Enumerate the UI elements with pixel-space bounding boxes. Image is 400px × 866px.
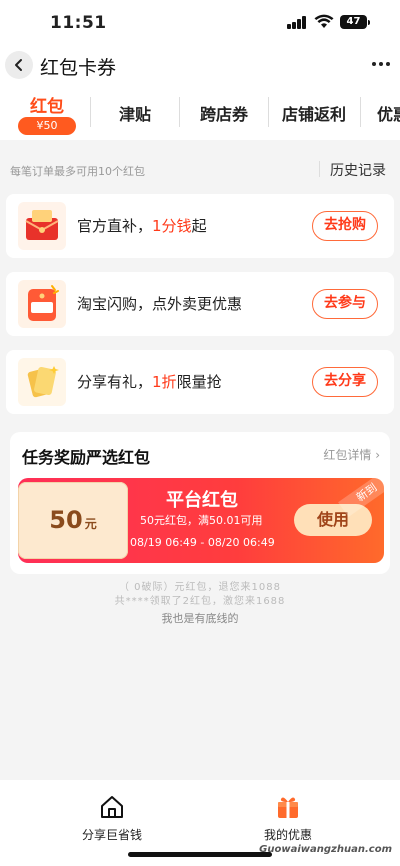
promo-text-pre: 分享有礼， xyxy=(77,373,153,391)
share-button[interactable]: 去分享 xyxy=(312,367,378,397)
dot-icon xyxy=(379,62,383,66)
coupon-amount: 50 元 xyxy=(18,506,128,534)
history-link[interactable]: 历史记录 xyxy=(330,160,386,180)
participate-button[interactable]: 去参与 xyxy=(312,289,378,319)
end-of-list-note: 我也是有底线的 xyxy=(161,612,239,625)
coupon-validity: 08/19 06:49 - 08/20 06:49 xyxy=(130,536,275,549)
promo-card-subsidy[interactable]: 官方直补，1分钱起 去抢购 xyxy=(6,194,394,258)
promo-text-post: 起 xyxy=(191,217,207,235)
coupon-amount-unit: 元 xyxy=(84,517,97,531)
coupon-type-tabs: 红包 ¥50 津贴 跨店券 店铺返利 优惠 xyxy=(0,86,400,140)
promo-card-share[interactable]: 分享有礼，1折限量抢 去分享 xyxy=(6,350,394,414)
more-options-button[interactable] xyxy=(372,55,390,73)
tab-cross-store-coupon[interactable]: 跨店券 xyxy=(180,86,268,140)
battery-icon: 47 xyxy=(340,15,370,29)
tab-store-rebate[interactable]: 店铺返利 xyxy=(269,86,359,140)
flash-purchase-icon xyxy=(18,280,66,328)
hint-divider xyxy=(319,161,320,177)
watermark: Guowaiwangzhuan.com xyxy=(259,844,392,855)
home-icon xyxy=(101,796,123,818)
promo-text: 淘宝闪购，点外卖更优惠 xyxy=(77,293,242,314)
usage-limit-hint: 每笔订单最多可用10个红包 xyxy=(10,165,145,178)
dot-icon xyxy=(386,62,390,66)
go-buy-button[interactable]: 去抢购 xyxy=(312,211,378,241)
chevron-right-icon: › xyxy=(375,448,380,462)
hongbao-details-link[interactable]: 红包详情 › xyxy=(323,446,380,463)
coupon-amount-value: 50 xyxy=(49,506,83,534)
dot-icon xyxy=(372,62,376,66)
tab-my-offers-label: 我的优惠 xyxy=(263,828,312,842)
tab-hongbao-amount-badge: ¥50 xyxy=(18,117,76,135)
red-envelope-subsidy-icon xyxy=(18,202,66,250)
tab-share-save[interactable]: 分享巨省钱 xyxy=(57,794,167,843)
hint-row: 每笔订单最多可用10个红包 历史记录 xyxy=(0,156,400,184)
platform-coupon[interactable]: 50 元 平台红包 50元红包，满50.01可用 08/19 06:49 - 08… xyxy=(18,478,384,563)
faded-ticker-line: 共****领取了2红包，激您来1688 xyxy=(114,596,286,607)
home-indicator xyxy=(128,852,272,857)
tab-my-offers[interactable]: 我的优惠 xyxy=(233,794,343,843)
task-reward-card: 任务奖励严选红包 红包详情 › 50 元 平台红包 50元红包，满50.01可用 … xyxy=(10,432,390,574)
promo-text-pre: 官方直补， xyxy=(77,217,153,235)
chevron-left-icon xyxy=(15,59,22,71)
promo-text-full: 淘宝闪购，点外卖更优惠 xyxy=(77,295,243,313)
promo-text-post: 限量抢 xyxy=(176,373,222,391)
promo-text: 官方直补，1分钱起 xyxy=(77,215,207,236)
tab-divider xyxy=(360,97,361,127)
promo-card-flash-purchase[interactable]: 淘宝闪购，点外卖更优惠 去参与 xyxy=(6,272,394,336)
cellular-signal-icon xyxy=(287,16,307,29)
promo-text: 分享有礼，1折限量抢 xyxy=(77,371,222,392)
tab-share-save-label: 分享巨省钱 xyxy=(81,828,142,842)
tab-discount[interactable]: 优惠 xyxy=(377,86,400,140)
status-time: 11:51 xyxy=(50,13,107,33)
page-title: 红包卡券 xyxy=(40,57,117,79)
promo-text-highlight: 1分钱 xyxy=(152,217,192,235)
status-bar: 11:51 47 xyxy=(0,0,400,46)
promo-text-highlight: 1折 xyxy=(152,373,177,391)
gold-tickets-icon xyxy=(18,358,66,406)
hongbao-details-label: 红包详情 xyxy=(323,448,372,462)
use-coupon-button[interactable]: 使用 xyxy=(294,504,372,536)
tab-jintie[interactable]: 津贴 xyxy=(91,86,179,140)
coupon-name: 平台红包 xyxy=(166,490,238,511)
tab-hongbao-label: 红包 xyxy=(30,97,64,117)
back-button[interactable] xyxy=(5,51,33,79)
wifi-icon xyxy=(314,14,334,28)
coupon-amount-panel: 50 元 xyxy=(18,482,128,559)
gift-icon xyxy=(278,797,298,818)
coupon-description: 50元红包，满50.01可用 xyxy=(140,514,263,527)
task-reward-title: 任务奖励严选红包 xyxy=(22,448,151,467)
nav-bar: 红包卡券 xyxy=(0,46,400,86)
faded-ticker-line: （ 0破际）元红包，退您来1088 xyxy=(119,582,281,593)
